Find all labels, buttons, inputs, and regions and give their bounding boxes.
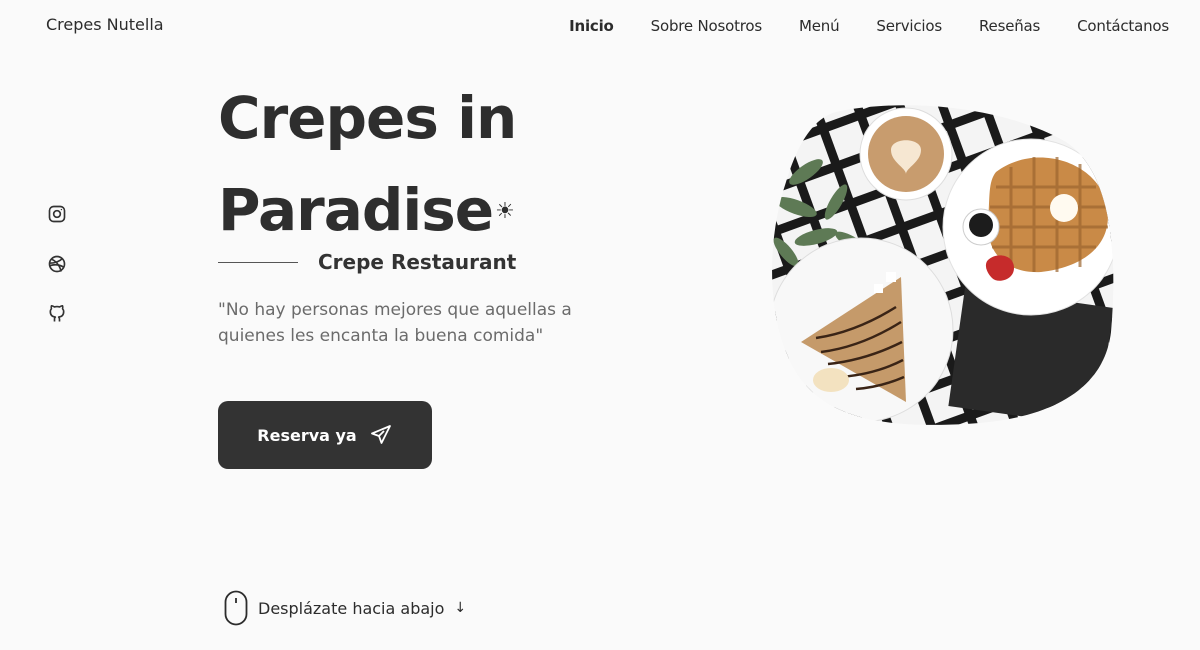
subtitle-row: Crepe Restaurant <box>218 250 516 274</box>
scroll-down-link[interactable]: Desplázate hacia abajo ↓ <box>224 590 466 626</box>
hero-subtitle: Crepe Restaurant <box>318 250 517 274</box>
dribbble-link[interactable] <box>47 254 69 276</box>
nav-link-contactanos[interactable]: Contáctanos <box>1077 17 1169 35</box>
social-links <box>47 204 69 354</box>
reserve-button-label: Reserva ya <box>257 425 357 445</box>
nav-item-resenas: Reseñas <box>979 16 1040 35</box>
nav-item-menu: Menú <box>799 16 840 35</box>
nav-item-inicio: Inicio <box>569 16 614 35</box>
hero-quote: "No hay personas mejores que aquellas a … <box>218 300 572 346</box>
nav-link-sobre-nosotros[interactable]: Sobre Nosotros <box>651 17 763 35</box>
nav-link-resenas[interactable]: Reseñas <box>979 17 1040 35</box>
hero-title-line2: Paradise <box>218 176 494 244</box>
nav-item-servicios: Servicios <box>876 16 942 35</box>
brand-logo[interactable]: Crepes Nutella <box>46 15 164 34</box>
instagram-icon <box>48 205 66 223</box>
hero-title-line2-wrap: Paradise☀ <box>218 164 516 256</box>
nav-link-servicios[interactable]: Servicios <box>876 17 942 35</box>
nav-item-contactanos: Contáctanos <box>1077 16 1169 35</box>
mouse-icon <box>224 590 248 626</box>
reserve-button[interactable]: Reserva ya <box>218 401 432 469</box>
hero-title: Crepes in Paradise☀ <box>218 72 517 256</box>
dribbble-icon <box>48 255 66 273</box>
header: Crepes Nutella Inicio Sobre Nosotros Men… <box>0 0 1200 52</box>
scroll-label: Desplázate hacia abajo <box>258 598 445 618</box>
sun-icon: ☀ <box>495 199 515 224</box>
hero-title-line1: Crepes in <box>218 84 517 152</box>
send-icon <box>370 425 391 444</box>
subtitle-divider <box>218 261 298 263</box>
nav-link-menu[interactable]: Menú <box>799 17 840 35</box>
github-link[interactable] <box>47 304 69 326</box>
github-icon <box>49 304 65 322</box>
instagram-link[interactable] <box>47 204 69 226</box>
nav-item-sobre-nosotros: Sobre Nosotros <box>651 16 763 35</box>
nav-link-inicio[interactable]: Inicio <box>569 17 614 35</box>
hero-image <box>772 105 1114 425</box>
main-nav: Inicio Sobre Nosotros Menú Servicios Res… <box>569 16 1169 35</box>
arrow-down-icon: ↓ <box>454 600 467 616</box>
